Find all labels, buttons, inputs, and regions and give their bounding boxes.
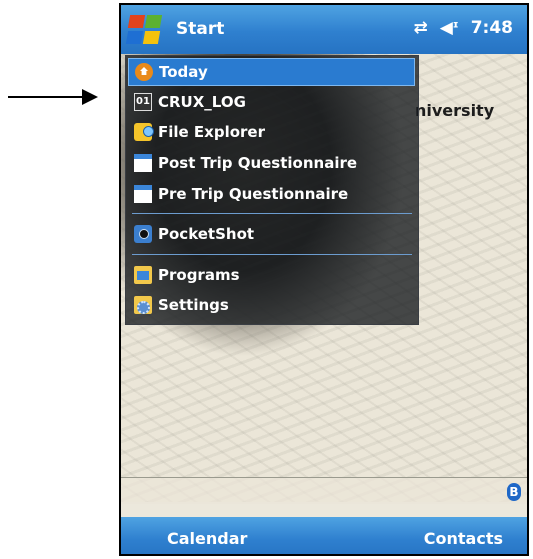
- menu-item-label: File Explorer: [158, 123, 265, 141]
- speaker-icon[interactable]: ◀ᶦ: [440, 18, 459, 38]
- camera-icon: [134, 225, 152, 243]
- menu-item-label: Settings: [158, 296, 229, 314]
- pointer-arrow-icon: [82, 89, 98, 105]
- start-menu: Today 01 CRUX_LOG File Explorer Post Tri…: [125, 55, 419, 325]
- softkey-calendar[interactable]: Calendar: [167, 529, 247, 548]
- clock[interactable]: 7:48: [471, 18, 513, 38]
- menu-item-crux-log[interactable]: 01 CRUX_LOG: [128, 88, 415, 116]
- menu-separator: [132, 254, 412, 255]
- windows-flag-icon[interactable]: [125, 14, 165, 46]
- device-screen: Start ⇄ ◀ᶦ 7:48 niversity B Calendar Con…: [119, 3, 529, 556]
- menu-separator: [132, 213, 412, 214]
- file-explorer-icon: [134, 123, 154, 141]
- menu-item-programs[interactable]: Programs: [128, 261, 415, 289]
- menu-item-post-trip-questionnaire[interactable]: Post Trip Questionnaire: [128, 149, 415, 177]
- menu-item-label: PocketShot: [158, 225, 255, 243]
- menu-item-label: Pre Trip Questionnaire: [158, 185, 349, 203]
- form-icon: [134, 185, 152, 203]
- menu-item-pocketshot[interactable]: PocketShot: [128, 220, 415, 248]
- bluetooth-icon[interactable]: B: [507, 483, 521, 501]
- form-icon: [134, 154, 152, 172]
- owner-text: niversity: [415, 101, 495, 120]
- menu-item-settings[interactable]: Settings: [128, 291, 415, 319]
- today-icon: [135, 63, 153, 81]
- menu-item-label: CRUX_LOG: [158, 93, 246, 111]
- settings-icon: [134, 296, 152, 314]
- title-bar: Start ⇄ ◀ᶦ 7:48: [121, 5, 527, 54]
- menu-item-label: Post Trip Questionnaire: [158, 154, 358, 172]
- softkey-bar: Calendar Contacts: [121, 517, 527, 554]
- pointer-arrow-line: [8, 96, 86, 98]
- menu-item-pre-trip-questionnaire[interactable]: Pre Trip Questionnaire: [128, 180, 415, 208]
- status-area: ⇄ ◀ᶦ 7:48: [413, 18, 513, 38]
- today-bottom-band: [121, 477, 527, 504]
- programs-folder-icon: [134, 266, 152, 284]
- softkey-contacts[interactable]: Contacts: [424, 529, 503, 548]
- menu-item-file-explorer[interactable]: File Explorer: [128, 118, 415, 146]
- menu-item-label: Today: [159, 63, 208, 81]
- menu-item-label: Programs: [158, 266, 240, 284]
- sync-arrows-icon[interactable]: ⇄: [413, 18, 427, 38]
- calendar-01-icon: 01: [134, 93, 152, 111]
- menu-item-today[interactable]: Today: [128, 58, 415, 86]
- start-button[interactable]: Start: [176, 19, 224, 39]
